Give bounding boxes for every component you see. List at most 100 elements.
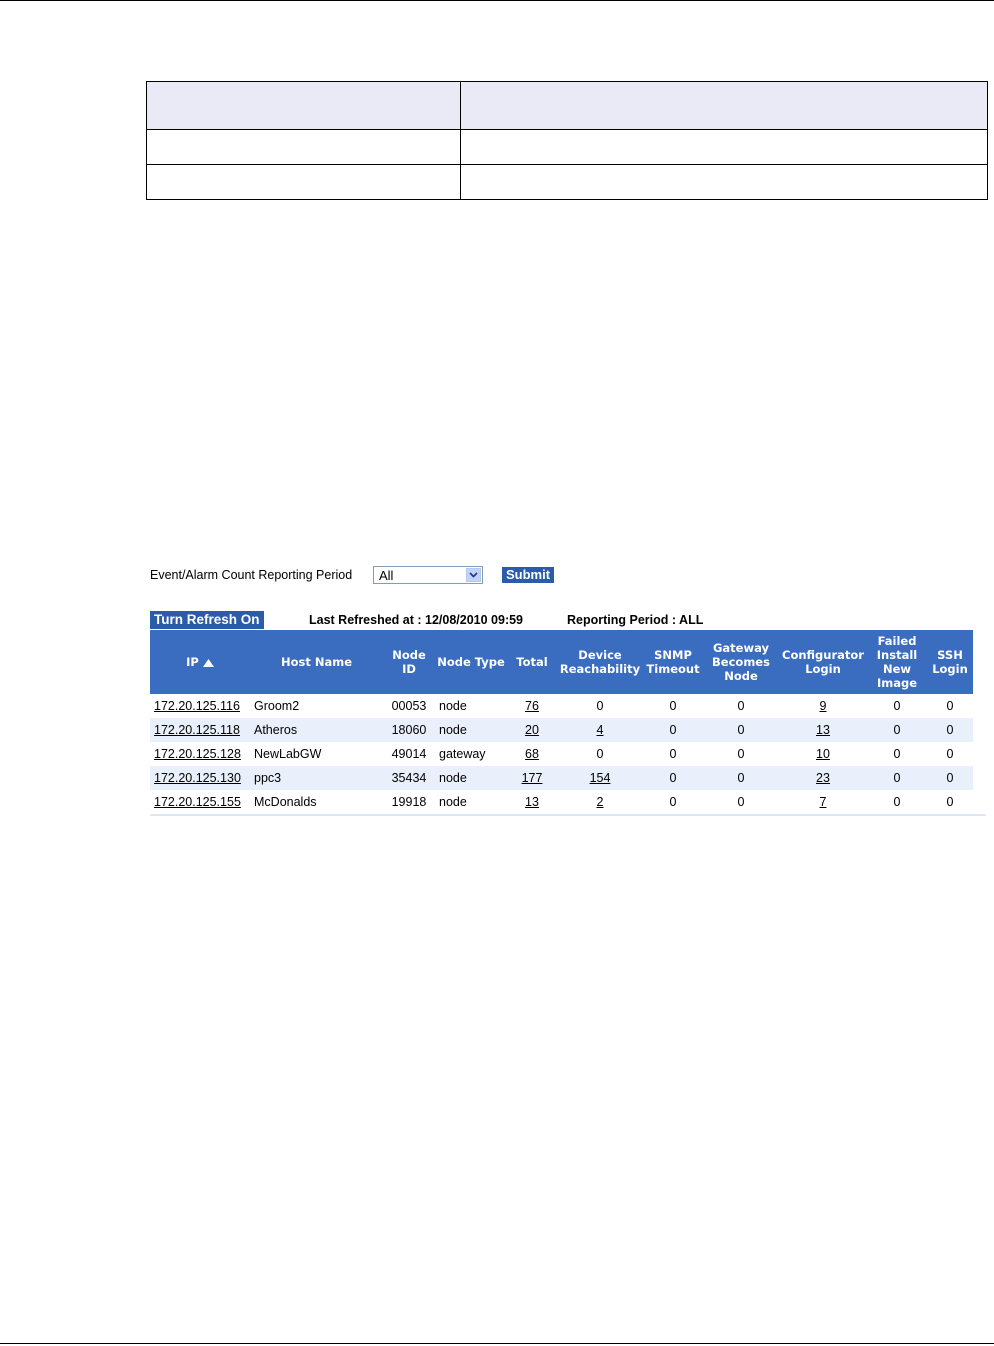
document-table-row xyxy=(146,129,988,165)
column-header-total[interactable]: Total xyxy=(507,630,557,694)
configurator-login-cell: 10 xyxy=(779,742,867,766)
total-cell: 68 xyxy=(507,742,557,766)
reporting-period-select[interactable]: All xyxy=(373,566,483,584)
column-header-ip[interactable]: IP xyxy=(150,630,250,694)
reporting-period-label: Event/Alarm Count Reporting Period xyxy=(150,568,353,582)
node-id-cell: 19918 xyxy=(383,790,435,814)
document-table-cell xyxy=(146,164,461,200)
ip-cell: 172.20.125.128 xyxy=(150,742,250,766)
column-header-label: IP xyxy=(186,655,199,669)
device-reachability-cell: 0 xyxy=(557,742,643,766)
ssh-login-cell: 0 xyxy=(927,742,973,766)
column-header-failed-install[interactable]: Failed Install New Image xyxy=(867,630,927,694)
column-header-configurator-login[interactable]: Configurator Login xyxy=(779,630,867,694)
column-header-node-id[interactable]: Node ID xyxy=(383,630,435,694)
total-link[interactable]: 13 xyxy=(525,795,539,809)
node-type-cell: node xyxy=(435,790,507,814)
failed-install-cell: 0 xyxy=(867,742,927,766)
gateway-becomes-node-cell: 0 xyxy=(703,790,779,814)
column-header-host-name[interactable]: Host Name xyxy=(250,630,383,694)
table-row: 172.20.125.116 Groom2 00053 node 76 0 0 … xyxy=(150,694,973,718)
page-top-rule xyxy=(0,0,994,1)
gateway-becomes-node-cell: 0 xyxy=(703,742,779,766)
device-reachability-cell: 2 xyxy=(557,790,643,814)
ip-link[interactable]: 172.20.125.155 xyxy=(154,795,241,809)
configurator-login-link[interactable]: 7 xyxy=(820,795,827,809)
snmp-timeout-cell: 0 xyxy=(643,742,703,766)
node-type-cell: gateway xyxy=(435,742,507,766)
device-reachability-link[interactable]: 4 xyxy=(597,723,604,737)
host-name-cell: ppc3 xyxy=(250,766,383,790)
gateway-becomes-node-cell: 0 xyxy=(703,766,779,790)
ip-link[interactable]: 172.20.125.118 xyxy=(154,723,240,737)
event-count-table: IP Host Name Node ID Node Type Total Dev… xyxy=(150,630,973,814)
configurator-login-link[interactable]: 13 xyxy=(816,723,830,737)
node-id-cell: 18060 xyxy=(383,718,435,742)
configurator-login-cell: 23 xyxy=(779,766,867,790)
turn-refresh-on-button[interactable]: Turn Refresh On xyxy=(150,611,264,629)
gateway-becomes-node-cell: 0 xyxy=(703,718,779,742)
document-table-cell xyxy=(146,129,461,165)
event-count-screenshot: Event/Alarm Count Reporting Period All S… xyxy=(146,560,986,822)
document-table xyxy=(146,81,988,200)
host-name-cell: McDonalds xyxy=(250,790,383,814)
device-reachability-link[interactable]: 154 xyxy=(590,771,611,785)
ip-cell: 172.20.125.118 xyxy=(150,718,250,742)
column-header-snmp-timeout[interactable]: SNMP Timeout xyxy=(643,630,703,694)
reporting-period-value: All xyxy=(379,568,394,583)
configurator-login-link[interactable]: 10 xyxy=(816,747,830,761)
table-row: 172.20.125.128 NewLabGW 49014 gateway 68… xyxy=(150,742,973,766)
last-refreshed-text: Last Refreshed at : 12/08/2010 09:59 xyxy=(309,613,524,627)
total-cell: 13 xyxy=(507,790,557,814)
node-type-cell: node xyxy=(435,694,507,718)
table-bottom-border xyxy=(150,814,986,816)
document-table-header-cell xyxy=(146,81,461,130)
submit-button[interactable]: Submit xyxy=(502,567,555,583)
host-name-cell: Groom2 xyxy=(250,694,383,718)
configurator-login-cell: 7 xyxy=(779,790,867,814)
total-link[interactable]: 76 xyxy=(525,699,539,713)
column-header-device-reachability[interactable]: Device Reachability xyxy=(557,630,643,694)
failed-install-cell: 0 xyxy=(867,694,927,718)
column-header-gateway-becomes-node[interactable]: Gateway Becomes Node xyxy=(703,630,779,694)
failed-install-cell: 0 xyxy=(867,766,927,790)
chevron-down-icon[interactable] xyxy=(466,568,481,582)
snmp-timeout-cell: 0 xyxy=(643,766,703,790)
host-name-cell: NewLabGW xyxy=(250,742,383,766)
ip-link[interactable]: 172.20.125.116 xyxy=(154,699,240,713)
triangle-up-icon[interactable] xyxy=(202,658,214,667)
node-id-cell: 49014 xyxy=(383,742,435,766)
table-row: 172.20.125.155 McDonalds 19918 node 13 2… xyxy=(150,790,973,814)
total-link[interactable]: 177 xyxy=(522,771,543,785)
total-link[interactable]: 20 xyxy=(525,723,539,737)
document-table-cell xyxy=(460,164,988,200)
ssh-login-cell: 0 xyxy=(927,790,973,814)
table-row: 172.20.125.118 Atheros 18060 node 20 4 0… xyxy=(150,718,973,742)
table-header-row: IP Host Name Node ID Node Type Total Dev… xyxy=(150,630,973,694)
column-header-node-type[interactable]: Node Type xyxy=(435,630,507,694)
ip-link[interactable]: 172.20.125.130 xyxy=(154,771,241,785)
document-table-header-cell xyxy=(460,81,988,130)
column-header-ssh-login[interactable]: SSH Login xyxy=(927,630,973,694)
ssh-login-cell: 0 xyxy=(927,718,973,742)
ip-cell: 172.20.125.155 xyxy=(150,790,250,814)
node-type-cell: node xyxy=(435,718,507,742)
configurator-login-cell: 9 xyxy=(779,694,867,718)
page-bottom-rule xyxy=(0,1343,994,1344)
ip-cell: 172.20.125.130 xyxy=(150,766,250,790)
total-cell: 76 xyxy=(507,694,557,718)
table-row: 172.20.125.130 ppc3 35434 node 177 154 0… xyxy=(150,766,973,790)
configurator-login-link[interactable]: 9 xyxy=(820,699,827,713)
ip-cell: 172.20.125.116 xyxy=(150,694,250,718)
document-table-row xyxy=(146,164,988,200)
total-cell: 177 xyxy=(507,766,557,790)
ip-link[interactable]: 172.20.125.128 xyxy=(154,747,241,761)
device-reachability-link[interactable]: 2 xyxy=(597,795,604,809)
total-link[interactable]: 68 xyxy=(525,747,539,761)
snmp-timeout-cell: 0 xyxy=(643,718,703,742)
gateway-becomes-node-cell: 0 xyxy=(703,694,779,718)
document-table-header-row xyxy=(146,81,988,130)
configurator-login-link[interactable]: 23 xyxy=(816,771,830,785)
device-reachability-cell: 154 xyxy=(557,766,643,790)
host-name-cell: Atheros xyxy=(250,718,383,742)
